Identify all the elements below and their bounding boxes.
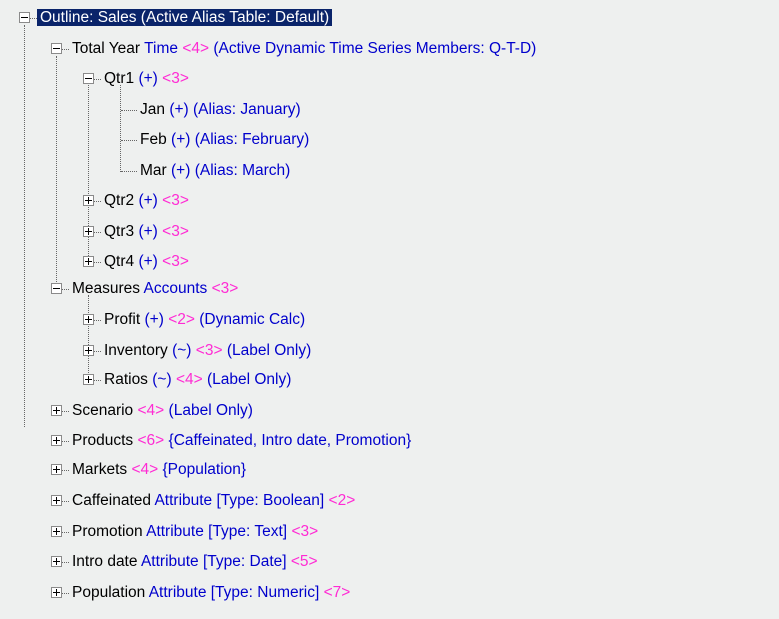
node-level: <3> <box>162 253 189 270</box>
node-name: Population <box>72 584 146 601</box>
expand-icon[interactable] <box>51 587 62 598</box>
node-level: <4> <box>131 461 159 478</box>
node-keyword: Accounts <box>143 280 208 297</box>
node-name: Total Year <box>72 40 141 57</box>
node-name: Qtr1 <box>104 70 135 87</box>
node-extra: (Label Only) <box>206 371 292 388</box>
node-level: <2> <box>168 311 195 328</box>
expand-icon[interactable] <box>83 374 94 385</box>
node-level: <3> <box>291 523 319 540</box>
collapse-icon[interactable] <box>83 73 94 84</box>
node-name: Intro date <box>72 553 138 570</box>
node-name: Caffeinated <box>72 492 151 509</box>
node-name: Qtr4 <box>104 253 135 270</box>
tree-node-qtr4[interactable]: Qtr4 (+) <3> <box>0 250 779 274</box>
expand-icon[interactable] <box>83 314 94 325</box>
node-name: Profit <box>104 311 141 328</box>
tree-node-ratios[interactable]: Ratios (~) <4> (Label Only) <box>0 368 779 392</box>
node-keyword: Attribute [Type: Date] <box>140 553 287 570</box>
node-name: Scenario <box>72 402 134 419</box>
node-name: Inventory <box>104 342 168 359</box>
expand-icon[interactable] <box>83 226 94 237</box>
collapse-icon[interactable] <box>51 43 62 54</box>
node-level: <4> <box>182 40 210 57</box>
tree-node-feb[interactable]: Feb (+) (Alias: February) <box>0 128 779 152</box>
node-keyword: (+) (Alias: March) <box>171 162 291 179</box>
node-keyword: Time <box>144 40 178 57</box>
tree-node-root[interactable]: Outline: Sales (Active Alias Table: Defa… <box>0 6 779 30</box>
collapse-icon[interactable] <box>19 12 30 23</box>
node-name: Promotion <box>72 523 143 540</box>
expand-icon[interactable] <box>51 464 62 475</box>
node-name: Ratios <box>104 371 148 388</box>
node-keyword: (+) <box>138 70 158 87</box>
node-name: Measures <box>72 280 141 297</box>
node-level: <3> <box>162 192 189 209</box>
node-extra: (Label Only) <box>226 342 312 359</box>
tree-node-products[interactable]: Products <6> {Caffeinated, Intro date, P… <box>0 429 779 453</box>
node-level: <3> <box>211 280 239 297</box>
tree-node-jan[interactable]: Jan (+) (Alias: January) <box>0 98 779 122</box>
tree-node-measures[interactable]: Measures Accounts <3> <box>0 277 779 301</box>
node-keyword: (+) <box>144 311 164 328</box>
expand-icon[interactable] <box>51 495 62 506</box>
node-keyword: (+) <box>138 223 158 240</box>
tree-node-total-year[interactable]: Total Year Time <4> (Active Dynamic Time… <box>0 37 779 61</box>
node-extra: (Active Dynamic Time Series Members: Q-T… <box>213 40 537 57</box>
node-level: <3> <box>162 223 189 240</box>
tree-node-qtr3[interactable]: Qtr3 (+) <3> <box>0 220 779 244</box>
root-label[interactable]: Outline: Sales (Active Alias Table: Defa… <box>37 9 333 26</box>
node-extra: (Label Only) <box>168 402 253 419</box>
node-keyword: (+) (Alias: February) <box>171 131 310 148</box>
expand-icon[interactable] <box>51 526 62 537</box>
collapse-icon[interactable] <box>51 283 62 294</box>
node-level: <5> <box>290 553 318 570</box>
tree-node-caffeinated[interactable]: Caffeinated Attribute [Type: Boolean] <2… <box>0 489 779 513</box>
node-keyword: (+) <box>138 192 158 209</box>
tree-node-mar[interactable]: Mar (+) (Alias: March) <box>0 159 779 183</box>
node-keyword: (+) <box>138 253 158 270</box>
node-keyword: (~) <box>172 342 192 359</box>
node-level: <4> <box>137 402 165 419</box>
node-extra: {Population} <box>162 461 247 478</box>
node-name: Jan <box>140 101 165 118</box>
expand-icon[interactable] <box>51 405 62 416</box>
node-keyword: (+) (Alias: January) <box>169 101 301 118</box>
node-level: <3> <box>195 342 223 359</box>
expand-icon[interactable] <box>83 195 94 206</box>
tree-node-promotion[interactable]: Promotion Attribute [Type: Text] <3> <box>0 520 779 544</box>
tree-node-profit[interactable]: Profit (+) <2> (Dynamic Calc) <box>0 308 779 332</box>
node-name: Qtr3 <box>104 223 135 240</box>
node-name: Feb <box>140 131 167 148</box>
node-keyword: Attribute [Type: Boolean] <box>154 492 325 509</box>
node-name: Mar <box>140 162 167 179</box>
outline-tree: Outline: Sales (Active Alias Table: Defa… <box>0 0 779 619</box>
tree-node-intro-date[interactable]: Intro date Attribute [Type: Date] <5> <box>0 550 779 574</box>
node-extra: (Dynamic Calc) <box>199 311 306 328</box>
node-name: Qtr2 <box>104 192 135 209</box>
node-extra: {Caffeinated, Intro date, Promotion} <box>168 432 412 449</box>
tree-node-qtr1[interactable]: Qtr1 (+) <3> <box>0 67 779 91</box>
tree-node-population[interactable]: Population Attribute [Type: Numeric] <7> <box>0 581 779 605</box>
tree-node-qtr2[interactable]: Qtr2 (+) <3> <box>0 189 779 213</box>
tree-node-inventory[interactable]: Inventory (~) <3> (Label Only) <box>0 339 779 363</box>
node-level: <4> <box>175 371 203 388</box>
node-keyword: Attribute [Type: Text] <box>146 523 288 540</box>
expand-icon[interactable] <box>51 435 62 446</box>
node-name: Markets <box>72 461 128 478</box>
expand-icon[interactable] <box>83 256 94 267</box>
node-level: <2> <box>328 492 356 509</box>
tree-node-markets[interactable]: Markets <4> {Population} <box>0 458 779 482</box>
node-keyword: Attribute [Type: Numeric] <box>148 584 320 601</box>
node-name: Products <box>72 432 134 449</box>
node-keyword: (~) <box>152 371 172 388</box>
expand-icon[interactable] <box>83 345 94 356</box>
tree-node-scenario[interactable]: Scenario <4> (Label Only) <box>0 399 779 423</box>
node-level: <6> <box>137 432 165 449</box>
node-level: <7> <box>323 584 351 601</box>
node-level: <3> <box>162 70 189 87</box>
expand-icon[interactable] <box>51 556 62 567</box>
